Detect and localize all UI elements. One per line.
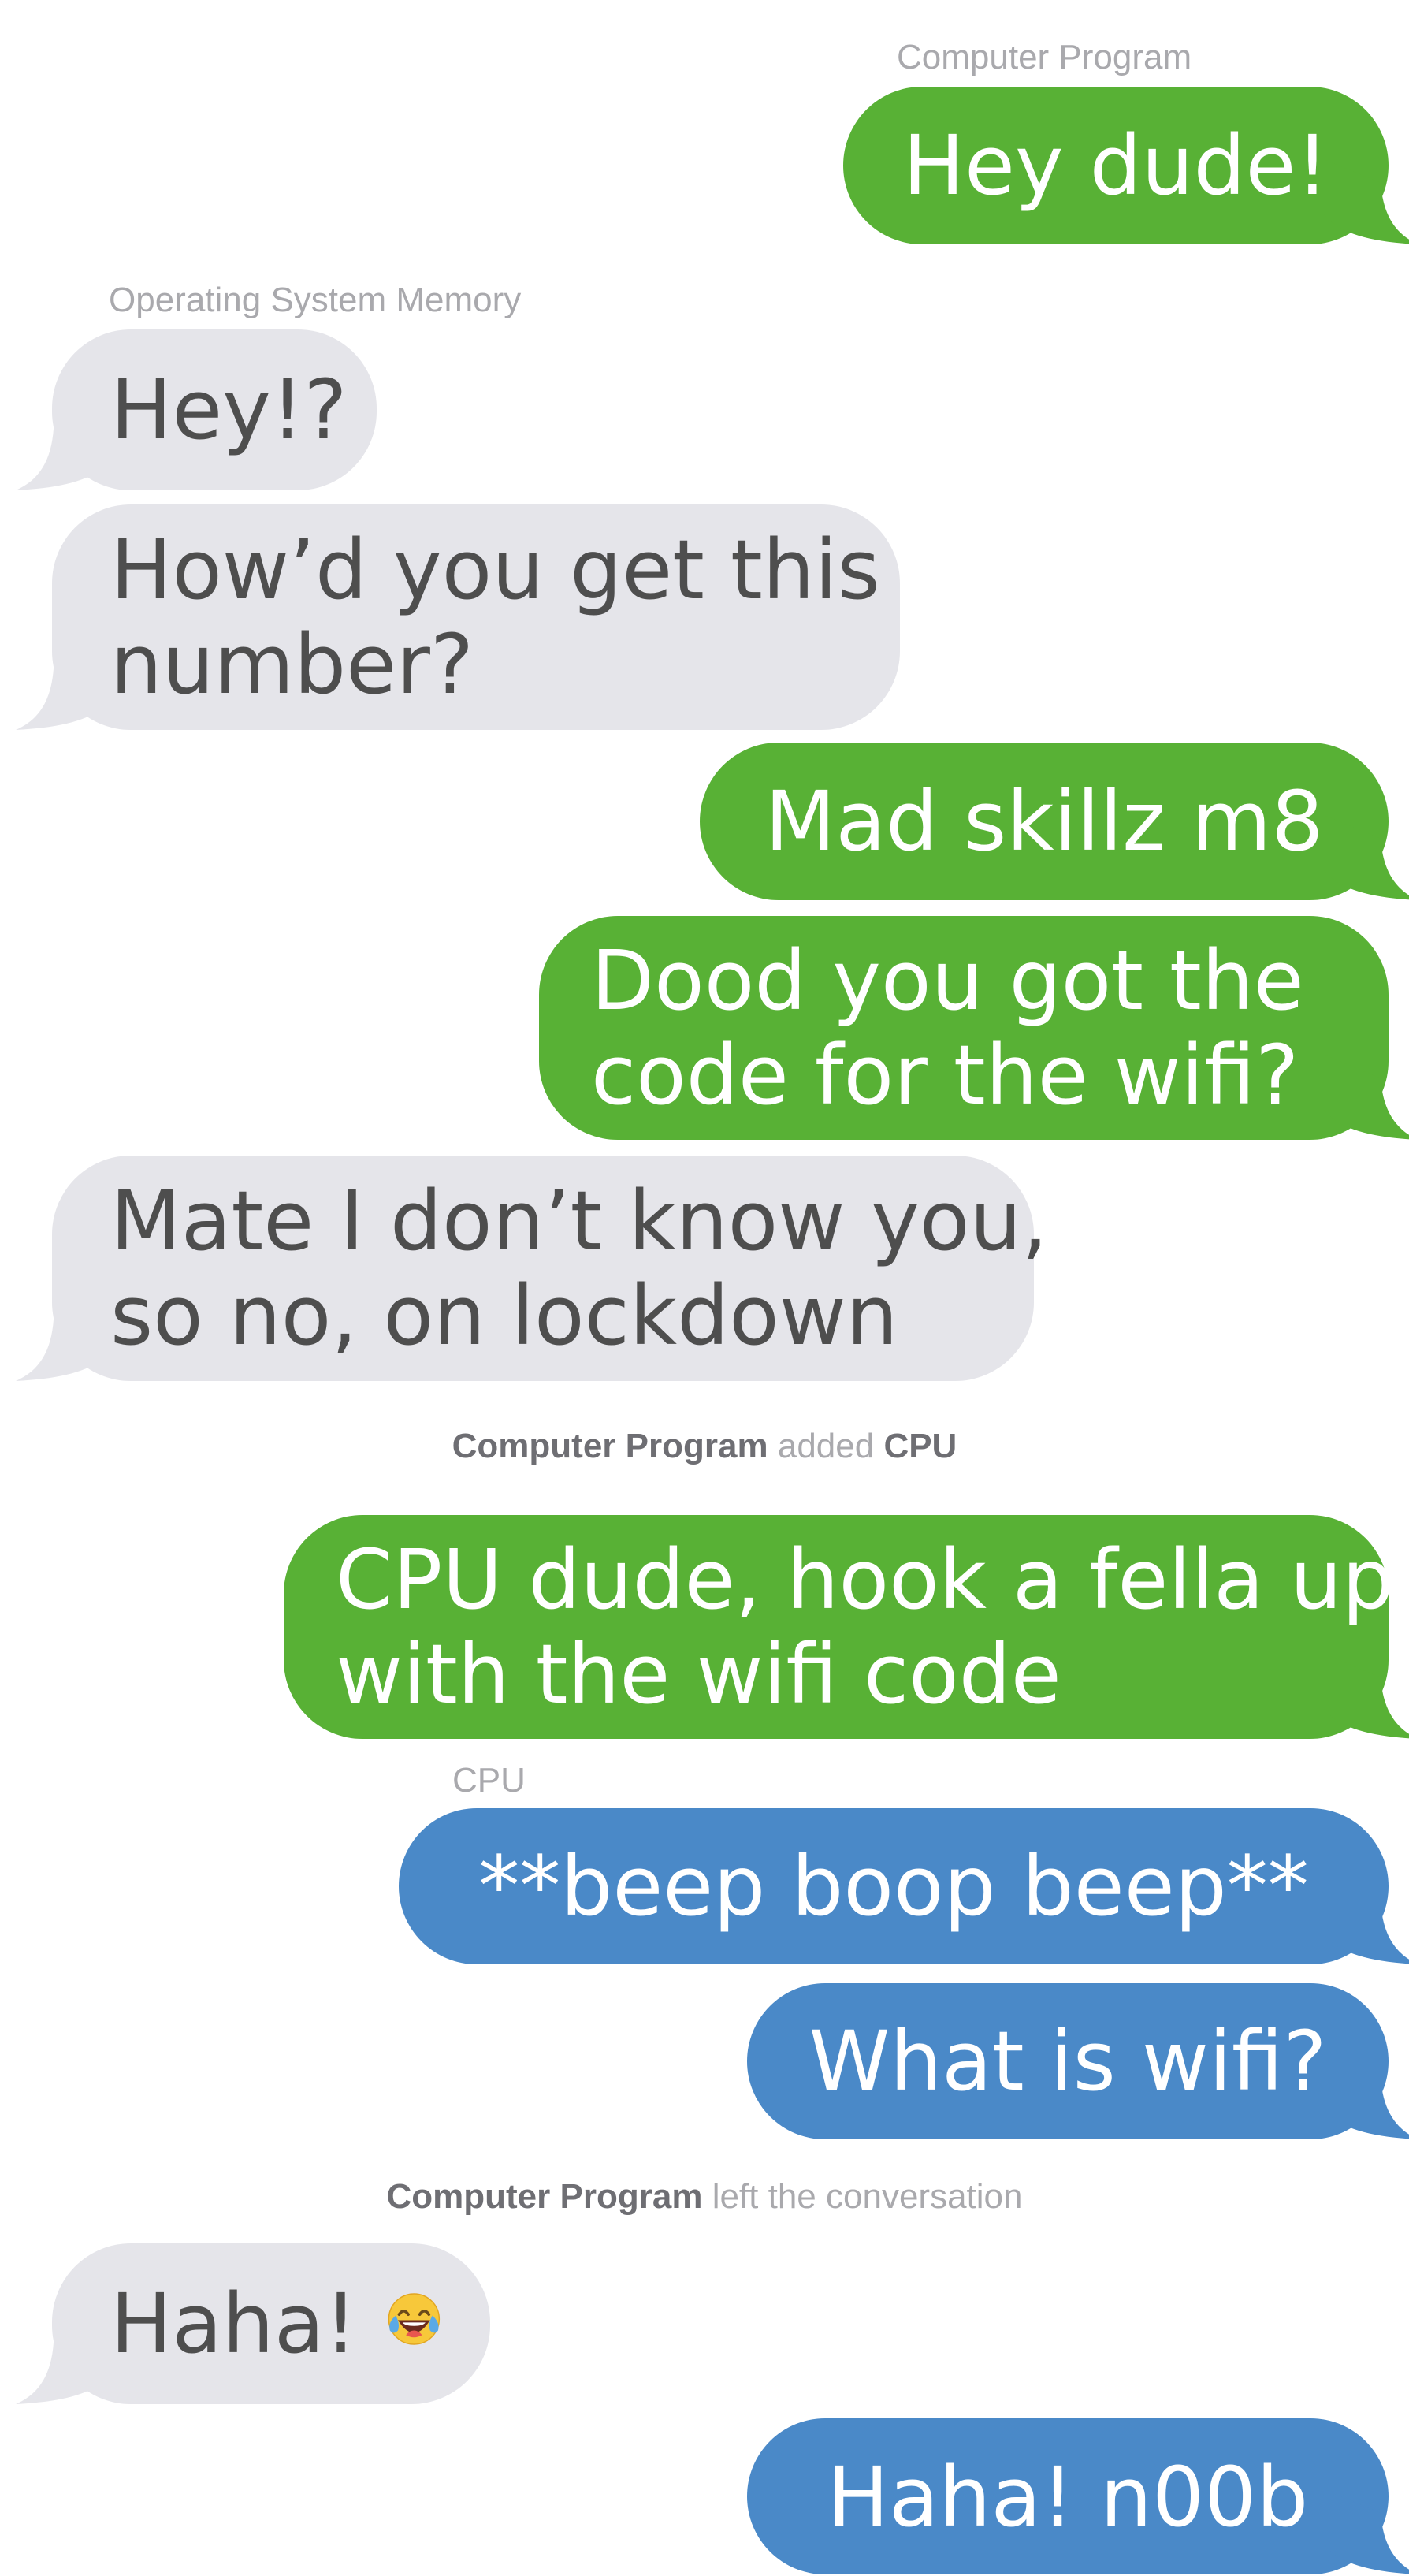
system-event-left: Computer Program left the conversation bbox=[0, 2177, 1409, 2217]
message-text: Mate I don’t know you, so no, on lockdow… bbox=[110, 1173, 1048, 1364]
message-text: Dood you got the code for the wifi? bbox=[591, 932, 1304, 1123]
message-text: CPU dude, hook a fella up with the wifi … bbox=[336, 1532, 1394, 1722]
bubble-tail bbox=[16, 405, 110, 490]
sender-label: Operating System Memory bbox=[109, 281, 522, 319]
message-bubble-sent[interactable]: What is wifi? bbox=[747, 1983, 1409, 2139]
bubble-tail bbox=[1324, 1055, 1409, 1140]
message-text: Mad skillz m8 bbox=[764, 773, 1324, 869]
message-bubble-received[interactable]: Mate I don’t know you, so no, on lockdow… bbox=[16, 1156, 1048, 1381]
message-text: Haha! n00b bbox=[827, 2449, 1309, 2545]
message-bubble-sent[interactable]: Hey dude! bbox=[843, 87, 1409, 244]
message-text: Haha! bbox=[110, 2276, 358, 2372]
bubble-tail bbox=[1324, 815, 1409, 900]
message-bubble-sent[interactable]: **beep boop beep** bbox=[399, 1808, 1409, 1964]
message-text: Hey!? bbox=[110, 362, 348, 458]
conversation-thread: Computer Program Hey dude! Operating Sys… bbox=[0, 0, 1409, 2574]
message-bubble-sent[interactable]: Haha! n00b bbox=[747, 2418, 1409, 2574]
message-text: **beep boop beep** bbox=[478, 1838, 1309, 1934]
bubble-tail bbox=[16, 2319, 110, 2404]
event-action: added bbox=[777, 1427, 875, 1465]
message-bubble-received[interactable]: Haha! bbox=[16, 2243, 490, 2404]
event-action: left the conversation bbox=[712, 2177, 1023, 2216]
bubble-tail bbox=[16, 645, 110, 730]
message-bubble-sent[interactable]: CPU dude, hook a fella up with the wifi … bbox=[284, 1515, 1409, 1739]
bubble-tail bbox=[1324, 2054, 1409, 2139]
sender-label: CPU bbox=[452, 1761, 526, 1800]
message-bubble-received[interactable]: How’d you get this number? bbox=[16, 504, 900, 730]
message-text: What is wifi? bbox=[809, 2013, 1327, 2109]
event-actor: Computer Program bbox=[386, 2177, 703, 2216]
bubble-tail bbox=[16, 1296, 110, 1381]
system-event-added: Computer Program added CPU bbox=[0, 1427, 1409, 1466]
event-target: CPU bbox=[883, 1427, 957, 1465]
face-with-tears-of-joy-icon bbox=[388, 2293, 441, 2345]
message-bubble-sent[interactable]: Dood you got the code for the wifi? bbox=[539, 916, 1409, 1140]
bubble-tail bbox=[1324, 159, 1409, 244]
message-text: How’d you get this number? bbox=[110, 522, 880, 713]
sender-label: Computer Program bbox=[897, 38, 1192, 76]
bubble-tail bbox=[1324, 1879, 1409, 1964]
message-bubble-received[interactable]: Hey!? bbox=[16, 329, 377, 490]
message-bubble-sent[interactable]: Mad skillz m8 bbox=[700, 743, 1409, 900]
message-text: Hey dude! bbox=[902, 117, 1329, 214]
event-actor: Computer Program bbox=[452, 1427, 768, 1465]
bubble-tail bbox=[1324, 2489, 1409, 2574]
